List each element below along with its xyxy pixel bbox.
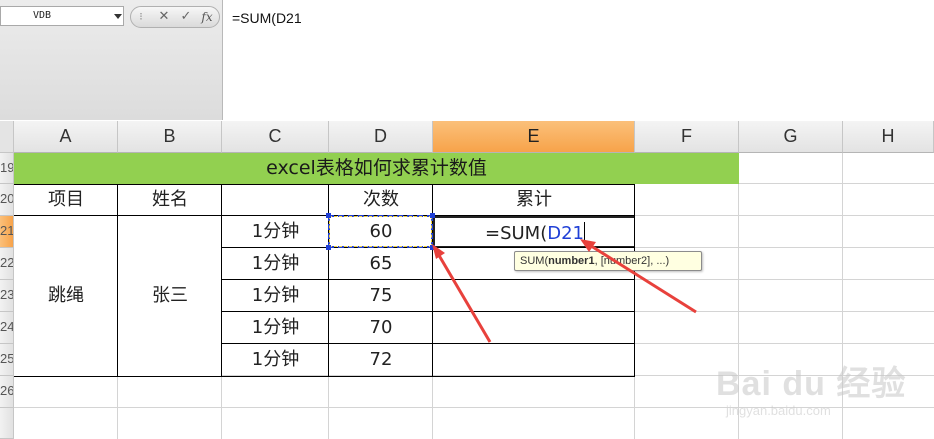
header-empty-cell[interactable] <box>222 184 329 216</box>
column-header-a[interactable]: A <box>14 121 118 153</box>
baidu-watermark: Bai du 经验 jingyan.baidu.com <box>716 356 926 432</box>
count-cell[interactable]: 72 <box>329 344 433 376</box>
row-header-25[interactable]: 25 <box>0 344 14 376</box>
column-header-d[interactable]: D <box>329 121 433 153</box>
grip-icon[interactable]: ⁝ <box>135 8 147 26</box>
row-header-27[interactable] <box>0 408 14 439</box>
row-header-24[interactable]: 24 <box>0 312 14 344</box>
duration-cell[interactable]: 1分钟 <box>222 216 329 248</box>
tooltip-current-argument[interactable]: number1 <box>548 255 594 267</box>
row-header-19[interactable]: 19 <box>0 153 14 184</box>
name-box-area: VDB ⁝ ✕ ✓ fx <box>0 0 223 120</box>
row-header-23[interactable]: 23 <box>0 280 14 312</box>
tooltip-remaining-arguments: , [number2], ...) <box>594 255 670 267</box>
duration-cell[interactable]: 1分钟 <box>222 280 329 312</box>
marquee-handle <box>326 213 331 218</box>
formula-buttons-group: ⁝ ✕ ✓ fx <box>130 6 220 28</box>
row-header-20[interactable]: 20 <box>0 184 14 216</box>
column-header-h[interactable]: H <box>843 121 934 153</box>
watermark-url: jingyan.baidu.com <box>726 403 831 418</box>
cancel-icon[interactable]: ✕ <box>155 8 173 26</box>
formula-input[interactable]: =SUM(D21 <box>224 0 930 120</box>
cumulative-cell[interactable] <box>433 280 635 312</box>
marquee-handle <box>430 245 435 250</box>
count-cell[interactable]: 70 <box>329 312 433 344</box>
duration-cell[interactable]: 1分钟 <box>222 344 329 376</box>
header-cumulative[interactable]: 累计 <box>433 184 635 216</box>
function-tooltip[interactable]: SUM(number1, [number2], ...) <box>514 251 702 271</box>
count-cell[interactable]: 75 <box>329 280 433 312</box>
select-all-corner[interactable] <box>0 121 14 153</box>
editing-formula-reference: D21 <box>547 223 584 244</box>
duration-cell[interactable]: 1分钟 <box>222 248 329 280</box>
marquee-handle <box>430 213 435 218</box>
text-cursor <box>584 222 585 242</box>
editing-cell[interactable]: =SUM(D21 <box>433 216 635 248</box>
header-count[interactable]: 次数 <box>329 184 433 216</box>
watermark-logo: Bai du 经验 <box>716 365 907 403</box>
tooltip-function-name[interactable]: SUM( <box>520 255 548 267</box>
editing-formula-prefix: =SUM( <box>484 223 548 244</box>
row-header-22[interactable]: 22 <box>0 248 14 280</box>
cumulative-cell[interactable] <box>433 344 635 376</box>
name-merged-cell[interactable]: 张三 <box>118 216 222 376</box>
column-header-f[interactable]: F <box>635 121 739 153</box>
column-header-g[interactable]: G <box>739 121 843 153</box>
marquee-handle <box>326 245 331 250</box>
column-header-c[interactable]: C <box>222 121 329 153</box>
column-header-b[interactable]: B <box>118 121 222 153</box>
title-banner[interactable]: excel表格如何求累计数值 <box>14 153 739 184</box>
row-header-26[interactable]: 26 <box>0 376 14 408</box>
row-header-21[interactable]: 21 <box>0 216 14 248</box>
duration-cell[interactable]: 1分钟 <box>222 312 329 344</box>
enter-icon[interactable]: ✓ <box>177 8 195 26</box>
header-name[interactable]: 姓名 <box>118 184 222 216</box>
header-item[interactable]: 项目 <box>14 184 118 216</box>
insert-function-icon[interactable]: fx <box>197 8 217 26</box>
name-box-dropdown-icon[interactable] <box>114 14 122 19</box>
reference-marquee <box>328 215 433 248</box>
item-merged-cell[interactable]: 跳绳 <box>14 216 118 376</box>
name-box[interactable]: VDB <box>0 6 124 26</box>
cumulative-cell[interactable] <box>433 312 635 344</box>
count-cell[interactable]: 65 <box>329 248 433 280</box>
formula-bar: VDB ⁝ ✕ ✓ fx =SUM(D21 <box>0 0 934 120</box>
column-header-e[interactable]: E <box>433 121 635 153</box>
